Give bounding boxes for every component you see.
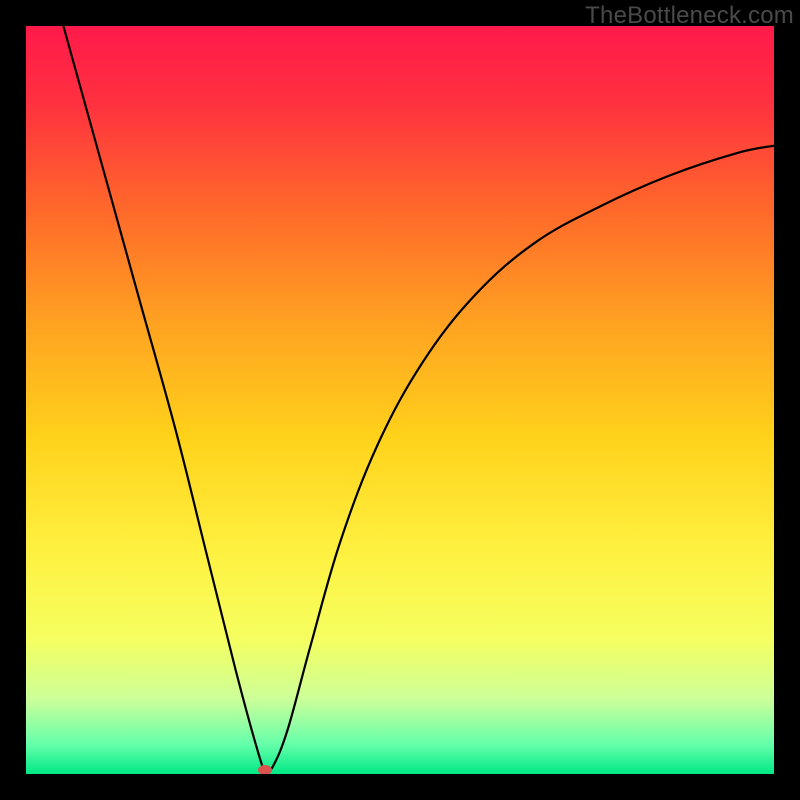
plot-area <box>26 26 774 774</box>
watermark-text: TheBottleneck.com <box>585 2 794 30</box>
bottleneck-curve <box>26 26 774 774</box>
minimum-marker <box>258 765 272 774</box>
chart-frame: TheBottleneck.com <box>0 0 800 800</box>
